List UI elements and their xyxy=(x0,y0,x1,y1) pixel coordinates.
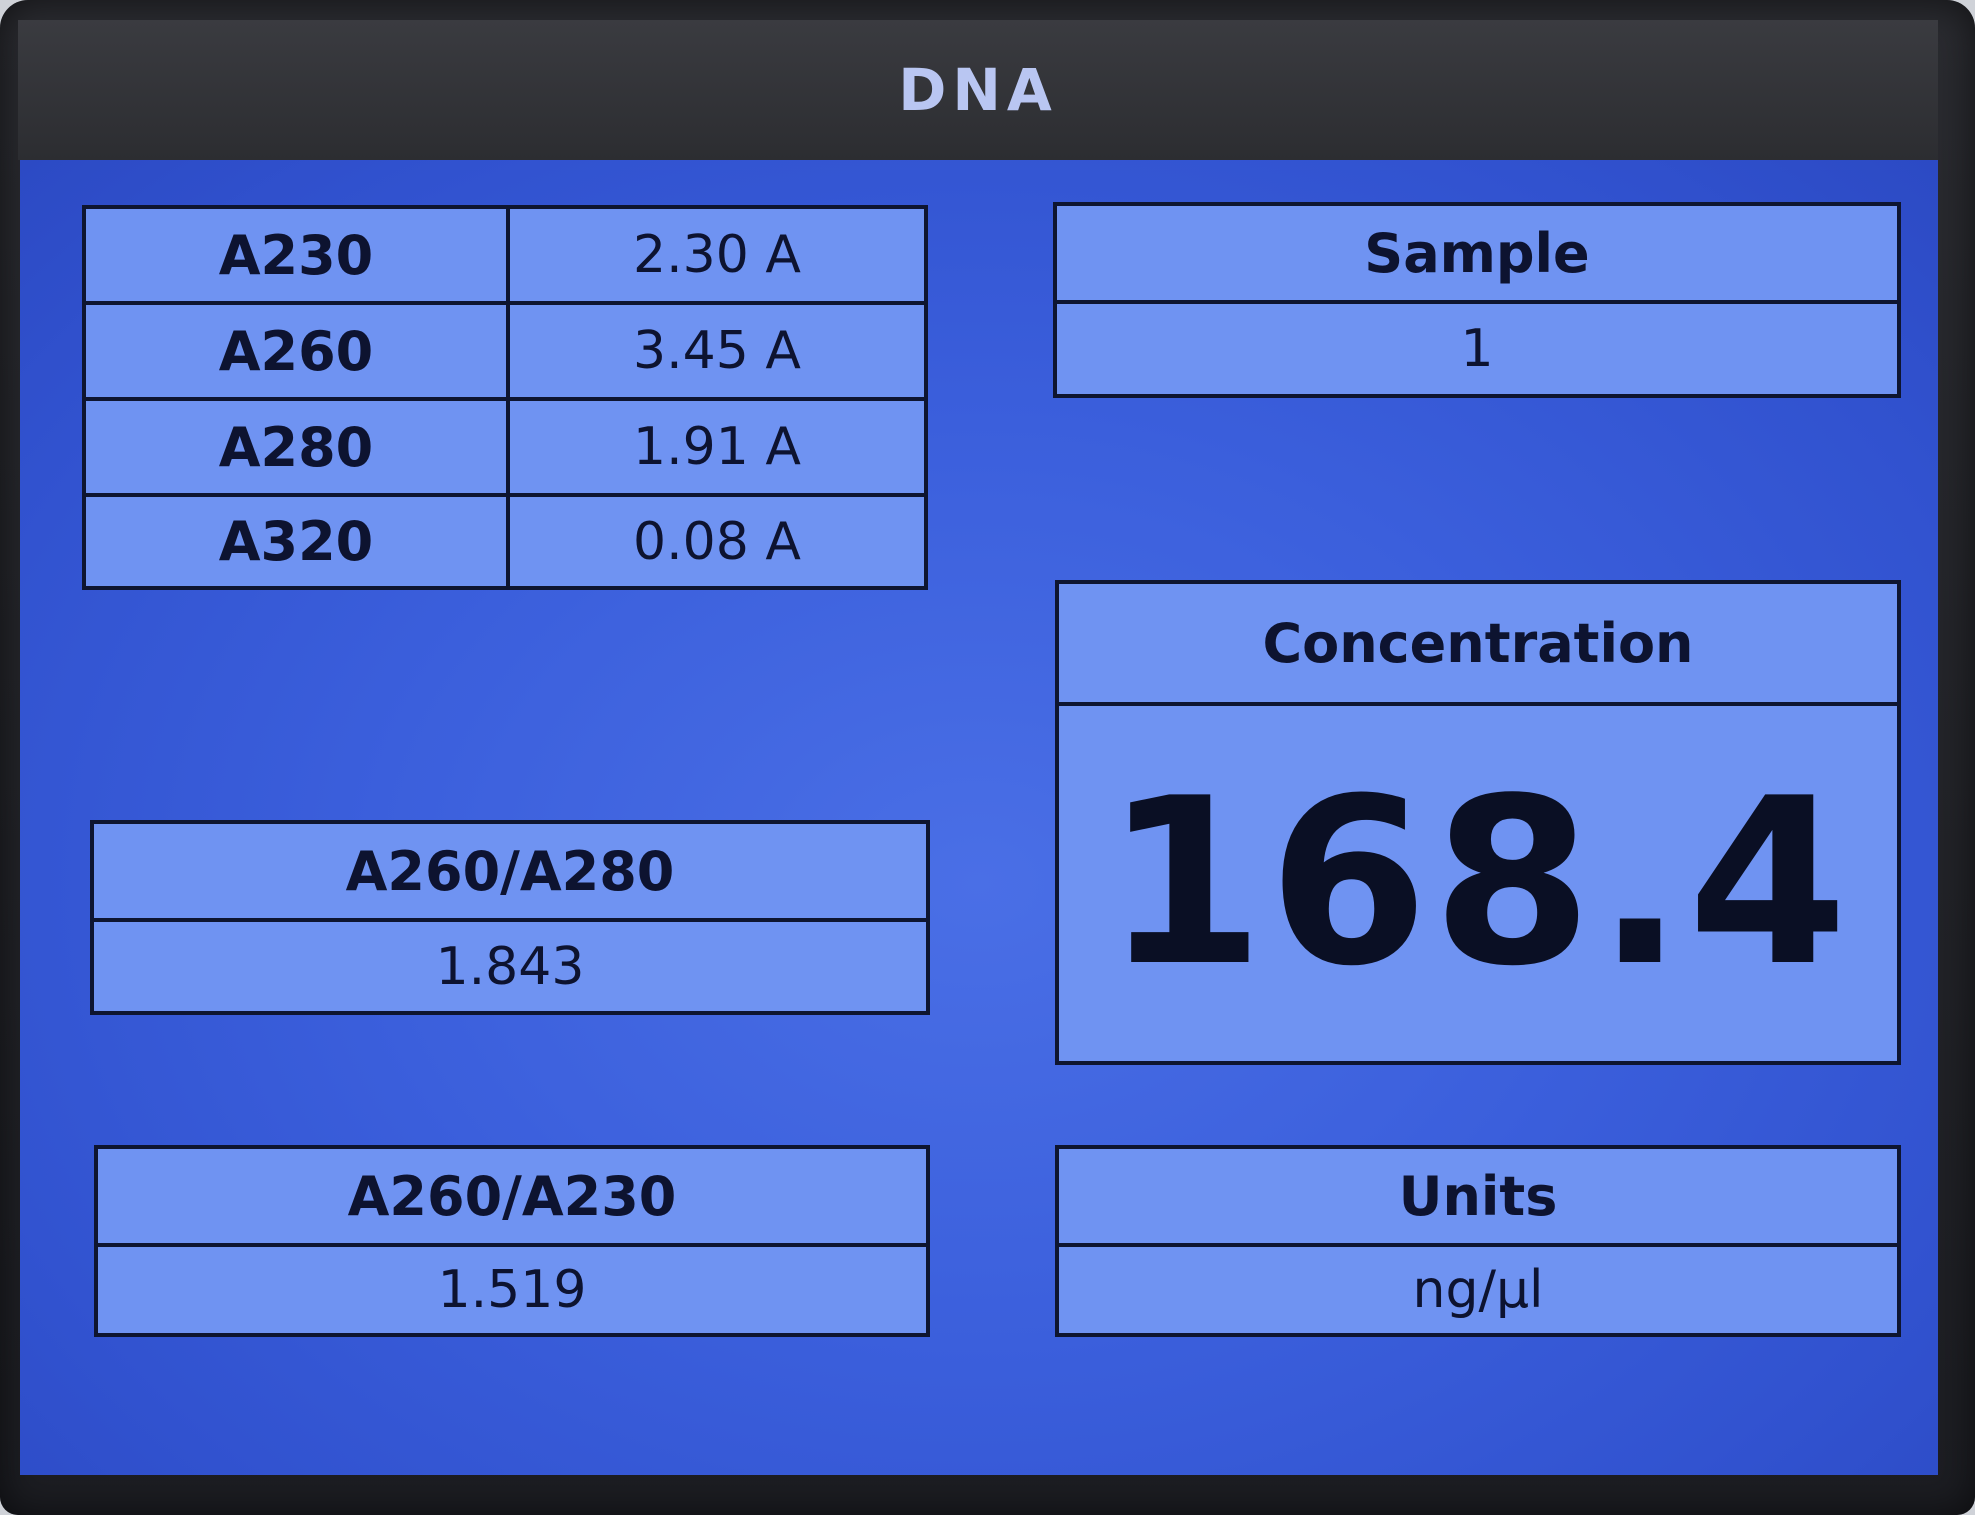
sample-value: 1 xyxy=(1460,319,1494,379)
units-label: Units xyxy=(1398,1164,1558,1228)
page-title: DNA xyxy=(898,56,1058,124)
ratio-260-230-label: A260/A230 xyxy=(347,1164,677,1228)
ratio-260-230-panel: A260/A230 1.519 xyxy=(94,1145,930,1337)
absorbance-value-a230: 2.30 A xyxy=(633,225,801,285)
units-value: ng/µl xyxy=(1412,1260,1544,1320)
concentration-value: 168.4 xyxy=(1104,750,1852,1017)
sample-panel: Sample 1 xyxy=(1053,202,1901,398)
absorbance-value-a320: 0.08 A xyxy=(633,511,801,572)
absorbance-table: A230 2.30 A A260 3.45 A A280 1.91 A A320… xyxy=(82,205,928,590)
ratio-260-230-value: 1.519 xyxy=(437,1260,587,1320)
absorbance-label-a320: A320 xyxy=(218,510,374,573)
display-screen: A230 2.30 A A260 3.45 A A280 1.91 A A320… xyxy=(20,160,1938,1475)
units-panel: Units ng/µl xyxy=(1055,1145,1901,1337)
absorbance-label-a280: A280 xyxy=(218,415,374,479)
absorbance-label-a260: A260 xyxy=(218,319,374,383)
device-bezel: DNA A230 2.30 A A260 3.45 A A280 1.91 A … xyxy=(0,0,1975,1515)
title-bar: DNA xyxy=(18,20,1938,160)
absorbance-label-a230: A230 xyxy=(218,223,374,287)
absorbance-value-a280: 1.91 A xyxy=(633,417,801,477)
ratio-260-280-label: A260/A280 xyxy=(345,839,675,903)
concentration-panel: Concentration 168.4 xyxy=(1055,580,1901,1065)
sample-label: Sample xyxy=(1364,221,1590,285)
absorbance-value-a260: 3.45 A xyxy=(633,321,801,381)
concentration-label: Concentration xyxy=(1262,611,1694,675)
ratio-260-280-panel: A260/A280 1.843 xyxy=(90,820,930,1015)
ratio-260-280-value: 1.843 xyxy=(435,936,585,997)
